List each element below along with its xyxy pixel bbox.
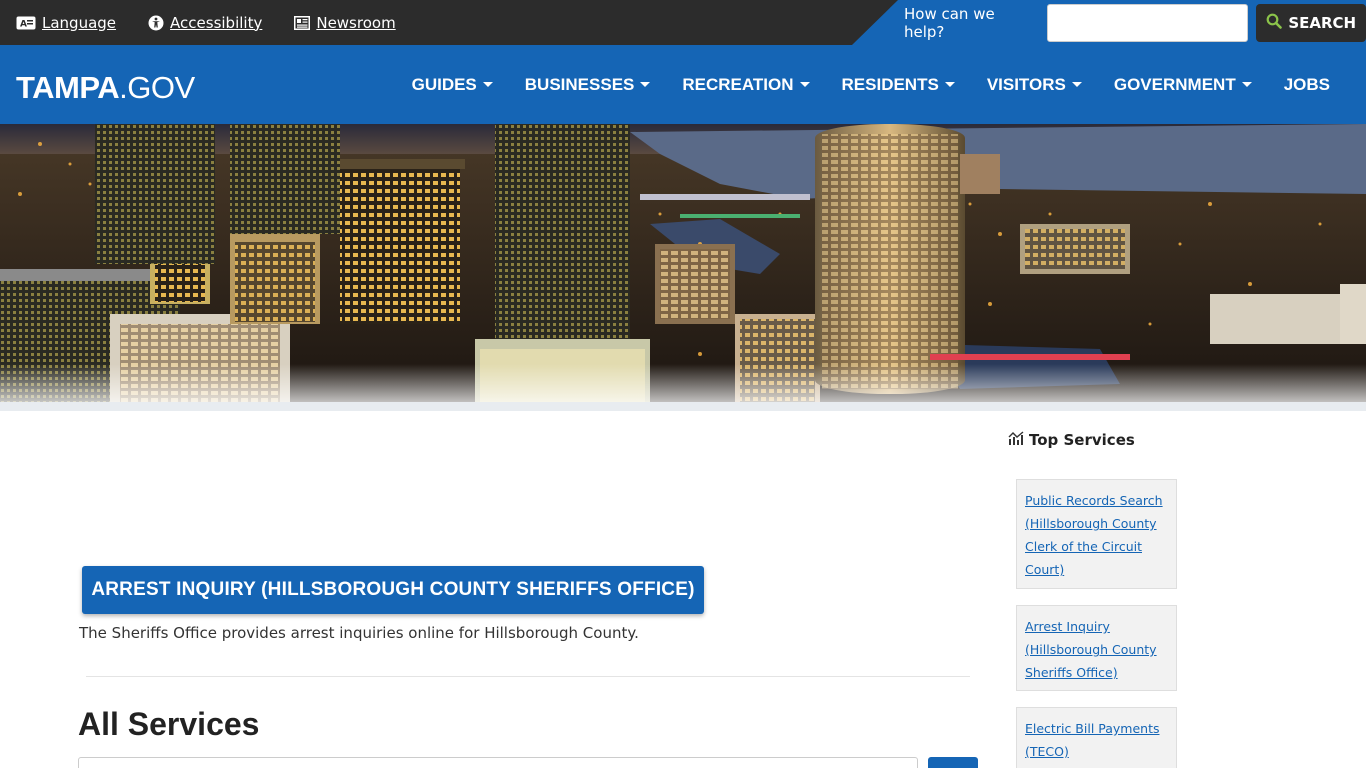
- nav-menu: GUIDES BUSINESSES RECREATION RESIDENTS V…: [412, 45, 1330, 124]
- chevron-down-icon: [799, 82, 810, 87]
- search-input[interactable]: [1047, 3, 1249, 42]
- hero-cityscape: [0, 124, 1366, 411]
- trending-chart-icon: [1008, 431, 1024, 449]
- chevron-down-icon: [640, 82, 651, 87]
- site-search: How can we help? SEARCH: [904, 0, 1366, 45]
- chevron-down-icon: [944, 82, 955, 87]
- chevron-down-icon: [1071, 82, 1082, 87]
- arrest-inquiry-description: The Sheriffs Office provides arrest inqu…: [79, 624, 639, 642]
- accessibility-label: Accessibility: [170, 13, 263, 32]
- nav-item-businesses[interactable]: BUSINESSES: [525, 75, 651, 95]
- arrest-inquiry-button[interactable]: ARREST INQUIRY (HILLSBOROUGH COUNTY SHER…: [82, 566, 704, 614]
- nav-item-label: GOVERNMENT: [1113, 74, 1236, 94]
- svg-text:A: A: [20, 19, 27, 29]
- chevron-down-icon: [482, 82, 493, 87]
- nav-item-guides[interactable]: GUIDES: [412, 75, 493, 95]
- logo-light: .GOV: [119, 70, 195, 105]
- nav-item-jobs[interactable]: JOBS: [1284, 75, 1330, 95]
- nav-item-label: GUIDES: [411, 74, 477, 94]
- all-services-title: All Services: [78, 706, 260, 742]
- service-link-public-records[interactable]: Public Records Search (Hillsborough Coun…: [1025, 489, 1168, 581]
- language-icon: A: [16, 16, 36, 30]
- service-link-electric-bill[interactable]: Electric Bill Payments (TECO): [1025, 717, 1168, 763]
- newsroom-label: Newsroom: [316, 13, 396, 32]
- nav-item-recreation[interactable]: RECREATION: [682, 74, 810, 95]
- chevron-down-icon: [1241, 82, 1252, 87]
- search-button-label: SEARCH: [1288, 13, 1357, 32]
- site-logo[interactable]: TAMPA.GOV: [16, 70, 195, 106]
- service-card: Public Records Search (Hillsborough Coun…: [1016, 479, 1177, 589]
- content-divider: [86, 676, 970, 677]
- service-card: Electric Bill Payments (TECO): [1016, 707, 1177, 768]
- top-services-label: Top Services: [1029, 431, 1135, 449]
- accessibility-link[interactable]: Accessibility: [148, 14, 262, 32]
- nav-item-label: BUSINESSES: [524, 74, 635, 94]
- accessibility-icon: [148, 15, 164, 31]
- service-card: Arrest Inquiry (Hillsborough County Sher…: [1016, 605, 1177, 691]
- newspaper-icon: [294, 15, 311, 30]
- main-nav: TAMPA.GOV GUIDES BUSINESSES RECREATION R…: [0, 45, 1366, 124]
- utility-bar: A Language Accessibility Newsroom How ca…: [0, 0, 1366, 45]
- nav-item-label: VISITORS: [986, 74, 1066, 94]
- nav-item-visitors[interactable]: VISITORS: [987, 75, 1082, 95]
- logo-bold: TAMPA: [16, 70, 120, 105]
- newsroom-link[interactable]: Newsroom: [294, 13, 396, 32]
- services-search-button[interactable]: [928, 757, 978, 768]
- top-services-heading: Top Services: [1008, 431, 1135, 449]
- language-link[interactable]: A Language: [16, 14, 116, 32]
- services-search-input[interactable]: [78, 757, 918, 768]
- search-icon: [1266, 13, 1283, 33]
- language-label: Language: [42, 13, 117, 32]
- nav-item-label: RESIDENTS: [841, 74, 939, 94]
- nav-item-label: JOBS: [1283, 74, 1330, 94]
- search-prompt: How can we help?: [904, 4, 995, 41]
- search-button[interactable]: SEARCH: [1256, 3, 1366, 42]
- nav-item-government[interactable]: GOVERNMENT: [1114, 75, 1252, 95]
- utility-links: A Language Accessibility Newsroom: [16, 0, 396, 45]
- nav-item-label: RECREATION: [682, 74, 794, 94]
- hero-image: [0, 124, 1366, 411]
- service-link-arrest-inquiry[interactable]: Arrest Inquiry (Hillsborough County Sher…: [1025, 615, 1168, 684]
- nav-item-residents[interactable]: RESIDENTS: [842, 75, 955, 95]
